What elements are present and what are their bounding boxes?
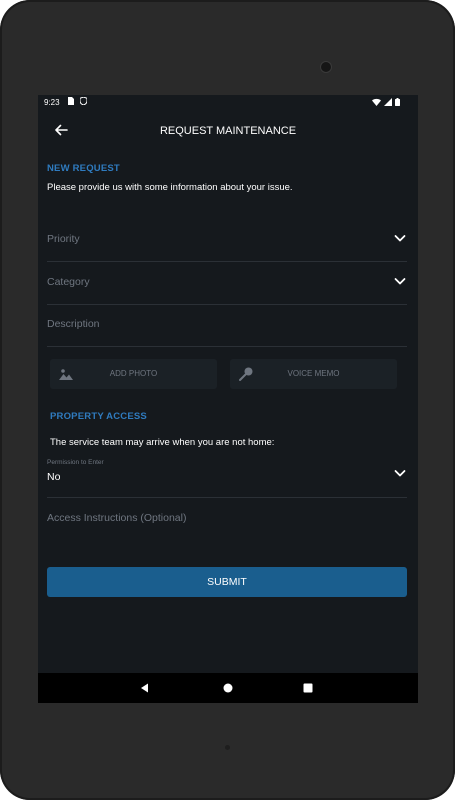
- permission-select[interactable]: Permission to Enter No: [47, 455, 407, 498]
- permission-value: No: [47, 471, 61, 483]
- system-nav-bar: [38, 673, 418, 703]
- access-instructions-field[interactable]: Access Instructions (Optional): [47, 499, 407, 541]
- description-field[interactable]: Description: [47, 304, 407, 347]
- add-photo-button[interactable]: ADD PHOTO: [50, 359, 217, 389]
- property-access-note: The service team may arrive when you are…: [50, 437, 275, 448]
- intro-text: Please provide us with some information …: [47, 182, 293, 193]
- category-placeholder: Category: [47, 276, 90, 288]
- status-bar: 9:23: [38, 95, 418, 111]
- sim-card-icon: [68, 97, 74, 105]
- submit-button[interactable]: SUBMIT: [47, 567, 407, 597]
- chevron-down-icon: [394, 470, 406, 477]
- app-bar: REQUEST MAINTENANCE: [38, 111, 418, 151]
- wifi-icon: [372, 98, 381, 106]
- chevron-down-icon: [394, 235, 406, 242]
- shield-icon: [80, 97, 87, 105]
- back-nav-icon[interactable]: [139, 682, 151, 694]
- front-camera: [321, 62, 331, 72]
- screen: 9:23 REQUEST MAINTENANCE NEW REQUEST Ple…: [38, 95, 418, 703]
- section-property-access: PROPERTY ACCESS: [50, 411, 147, 422]
- voice-memo-label: VOICE MEMO: [287, 369, 340, 378]
- page-title: REQUEST MAINTENANCE: [159, 125, 297, 137]
- voice-memo-button[interactable]: VOICE MEMO: [230, 359, 397, 389]
- recents-nav-icon[interactable]: [302, 682, 314, 694]
- signal-icon: [384, 98, 392, 106]
- section-new-request: NEW REQUEST: [47, 163, 120, 174]
- permission-label: Permission to Enter: [47, 459, 104, 466]
- sensor-dot: [225, 745, 230, 750]
- category-select[interactable]: Category: [47, 262, 407, 305]
- priority-select[interactable]: Priority: [47, 219, 407, 262]
- home-nav-icon[interactable]: [222, 682, 234, 694]
- priority-placeholder: Priority: [47, 233, 80, 245]
- status-time: 9:23: [44, 98, 60, 107]
- battery-icon: [395, 98, 400, 106]
- description-placeholder: Description: [47, 318, 100, 330]
- tablet-frame: 9:23 REQUEST MAINTENANCE NEW REQUEST Ple…: [0, 0, 455, 800]
- add-photo-label: ADD PHOTO: [109, 369, 158, 378]
- access-instructions-placeholder: Access Instructions (Optional): [47, 512, 187, 524]
- chevron-down-icon: [394, 278, 406, 285]
